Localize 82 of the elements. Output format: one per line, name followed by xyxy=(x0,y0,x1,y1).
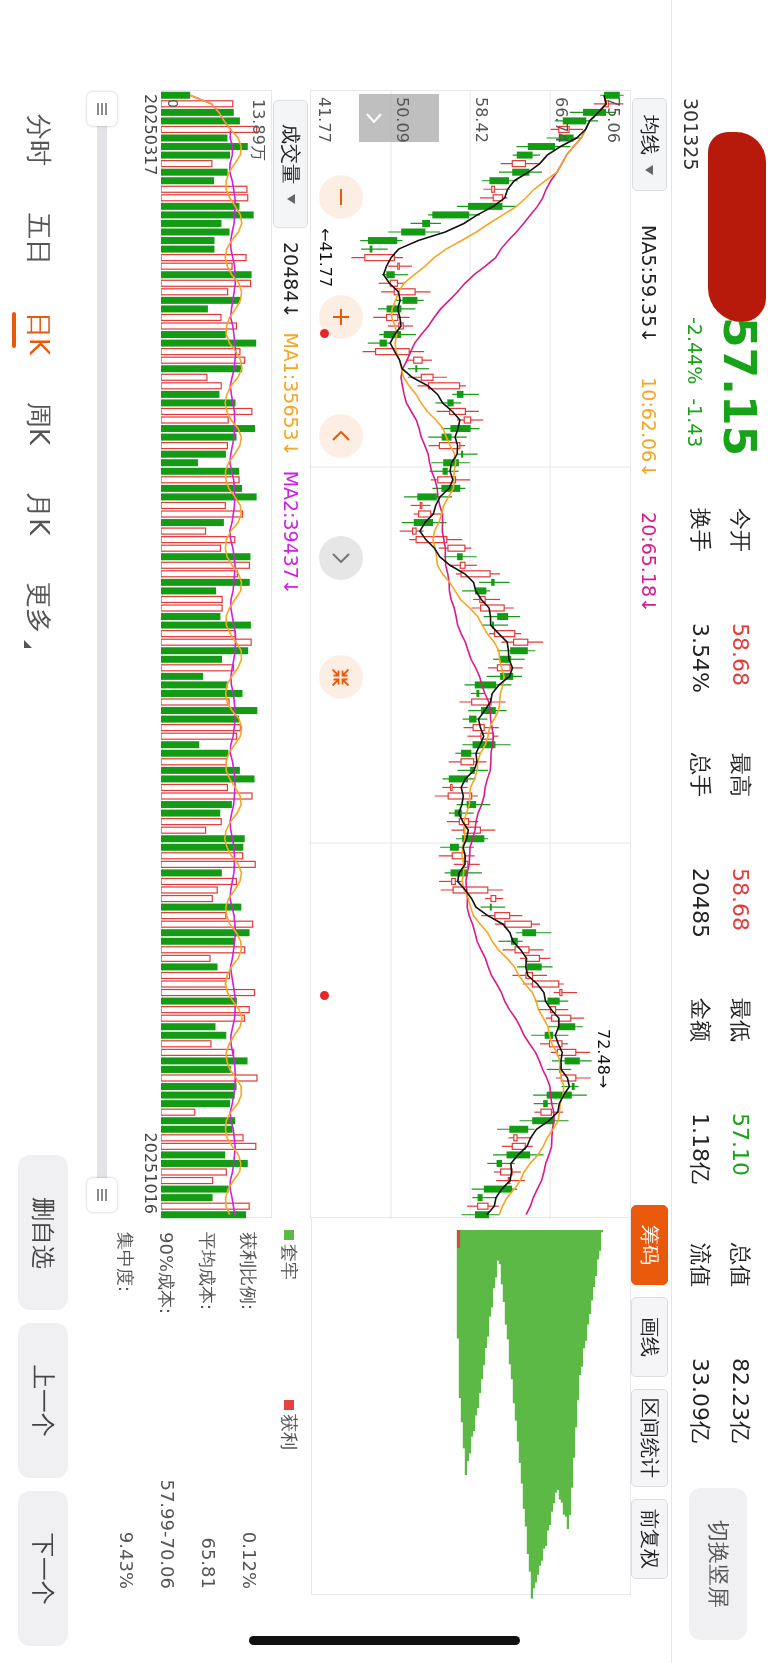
zoom-in-button[interactable] xyxy=(319,295,363,339)
indicator-dropdown[interactable]: 成交量 xyxy=(273,100,309,228)
price-axis-label: 58.42 xyxy=(472,97,490,143)
price-axis-label: 66.74 xyxy=(552,97,570,143)
caret-icon xyxy=(287,194,295,204)
minus-icon xyxy=(340,189,342,205)
period-tab[interactable]: 五日 xyxy=(16,213,56,265)
price-marker: 72.48→ xyxy=(594,1029,612,1089)
stat-value: 1.18亿 xyxy=(687,1112,714,1184)
stat-value: 58.68 xyxy=(727,867,754,931)
stock-code: 301325 xyxy=(680,98,702,173)
legend-label: 套牢 xyxy=(278,1244,301,1280)
action-button[interactable]: 下一个 xyxy=(18,1491,68,1646)
plus-icon xyxy=(333,309,349,325)
event-dot[interactable] xyxy=(320,991,329,1000)
period-tab[interactable]: 周K xyxy=(16,402,56,446)
change-amount: -1.43 xyxy=(684,398,706,448)
chart-tool-tab[interactable]: 区间统计 xyxy=(631,1389,668,1487)
chart-tool-tab[interactable]: 筹码 xyxy=(631,1205,668,1285)
date-label: 20251016 xyxy=(140,1132,160,1214)
chevron-left-icon xyxy=(332,431,350,441)
stat-value: 57.10 xyxy=(727,1112,754,1176)
date-label: 20250317 xyxy=(140,94,160,176)
shrink-button[interactable] xyxy=(319,655,363,699)
shrink-arrows-icon xyxy=(332,668,350,686)
chip-stat-label: 平均成本: xyxy=(196,1232,219,1311)
chip-stat-value: 0.12% xyxy=(238,1531,260,1589)
grip-icon xyxy=(95,1188,109,1202)
volume-axis-label: 13.89万 xyxy=(248,99,268,161)
chart-tool-tab[interactable]: 画线 xyxy=(631,1297,668,1377)
price-axis-label: 75.06 xyxy=(604,97,622,143)
stat-label: 最低 xyxy=(727,997,754,1044)
volume-value: MA2:39437↓ xyxy=(280,470,302,595)
menu-triangle-icon xyxy=(24,640,32,649)
price-marker: ←41.77 xyxy=(316,228,334,288)
last-price: 57.15 xyxy=(714,317,764,459)
event-dot[interactable] xyxy=(320,329,329,338)
period-tab[interactable]: 月K xyxy=(16,492,56,536)
ma-value: 10:62.06↓ xyxy=(638,377,661,479)
chevron-right-icon xyxy=(332,553,350,563)
stat-label: 总手 xyxy=(687,752,714,799)
range-slider[interactable] xyxy=(97,126,107,1178)
stat-value: 82.23亿 xyxy=(727,1357,754,1443)
stat-value: 58.68 xyxy=(727,622,754,686)
stat-label: 总值 xyxy=(727,1242,754,1289)
price-axis-label: 41.77 xyxy=(315,97,333,143)
chip-stat-value: 57.99-70.06 xyxy=(156,1479,178,1589)
stat-value: 20485 xyxy=(687,867,714,938)
stat-value: 3.54% xyxy=(687,622,714,693)
change-percent: -2.44% xyxy=(684,317,706,385)
slider-handle[interactable] xyxy=(87,1178,117,1212)
action-button[interactable]: 上一个 xyxy=(18,1323,68,1478)
chip-stat-value: 65.81 xyxy=(197,1537,219,1589)
volume-value: 20484↓ xyxy=(280,242,302,319)
stat-value: 33.09亿 xyxy=(687,1357,714,1443)
stat-label: 今开 xyxy=(727,507,754,554)
chip-stat-label: 获利比例: xyxy=(237,1232,260,1311)
chart-tool-tab[interactable]: 前复权 xyxy=(631,1499,668,1579)
stat-label: 换手 xyxy=(687,507,714,554)
price-axis-label: 50.09 xyxy=(393,97,411,143)
volume-value: MA1:35653↓ xyxy=(280,332,302,457)
stat-label: 最高 xyxy=(727,752,754,799)
chip-stat-value: 9.43% xyxy=(115,1531,137,1589)
indicator-dropdown[interactable]: 均线 xyxy=(632,98,667,191)
period-tab[interactable]: 分时 xyxy=(16,114,56,166)
chevron-right-icon xyxy=(365,112,383,124)
grip-icon xyxy=(95,102,109,116)
stat-label: 流值 xyxy=(687,1242,714,1289)
period-tab[interactable]: 更多 xyxy=(16,582,56,649)
chip-stat-label: 集中度: xyxy=(114,1232,137,1293)
legend-label: 获利 xyxy=(278,1414,301,1450)
ma-value: 20:65.18↓ xyxy=(638,512,661,613)
expand-button[interactable] xyxy=(359,94,439,142)
caret-icon xyxy=(645,164,654,175)
ma-value: MA5:59.35↓ xyxy=(638,225,661,344)
slider-handle[interactable] xyxy=(87,92,117,126)
chip-stat-label: 90%成本: xyxy=(155,1232,178,1315)
scroll-left-button[interactable] xyxy=(319,414,363,458)
action-button[interactable]: 删自选 xyxy=(18,1155,68,1310)
volume-axis-label: 0 xyxy=(165,99,181,108)
switch-portrait-button[interactable]: 切换竖屏 xyxy=(689,1487,747,1640)
stat-label: 金额 xyxy=(687,997,714,1044)
